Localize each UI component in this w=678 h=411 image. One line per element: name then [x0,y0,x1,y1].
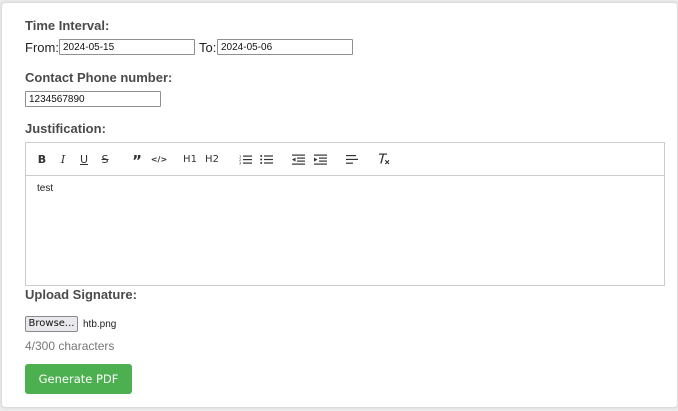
heading-1-icon[interactable]: H1 [182,151,198,167]
from-label: From: [25,40,59,55]
form-card: Time Interval: From: To: Contact Phone n… [1,2,678,408]
bold-icon[interactable]: B [36,151,48,167]
underline-icon[interactable]: U [78,151,90,167]
time-interval-label: Time Interval: [25,18,110,33]
from-date-input[interactable] [59,39,195,55]
code-block-icon[interactable]: </> [151,151,167,167]
indent-increase-icon[interactable] [313,151,327,167]
contact-phone-label: Contact Phone number: [25,70,173,85]
to-label: To: [199,40,217,55]
editor-toolbar: B I U S ” </> H1 H2 123 [26,143,664,176]
bullet-list-icon[interactable] [259,151,273,167]
align-left-icon[interactable] [345,151,359,167]
italic-icon[interactable]: I [57,151,69,167]
to-date-input[interactable] [217,39,353,55]
upload-signature-label: Upload Signature: [25,287,137,302]
svg-text:3: 3 [239,161,241,165]
strikethrough-icon[interactable]: S [99,151,111,167]
selected-file-name: htb.png [83,319,117,330]
character-counter: 4/300 characters [25,339,115,353]
browse-button[interactable]: Browse... [25,316,78,332]
heading-2-icon[interactable]: H2 [204,151,220,167]
justification-label: Justification: [25,121,106,136]
contact-phone-input[interactable] [25,91,161,107]
ordered-list-icon[interactable]: 123 [238,151,252,167]
blockquote-icon[interactable]: ” [130,152,144,170]
rich-text-editor: B I U S ” </> H1 H2 123 test [25,142,665,286]
indent-decrease-icon[interactable] [291,151,305,167]
clear-format-icon[interactable] [377,151,391,167]
generate-pdf-button[interactable]: Generate PDF [25,364,132,394]
editor-content[interactable]: test [37,183,53,194]
